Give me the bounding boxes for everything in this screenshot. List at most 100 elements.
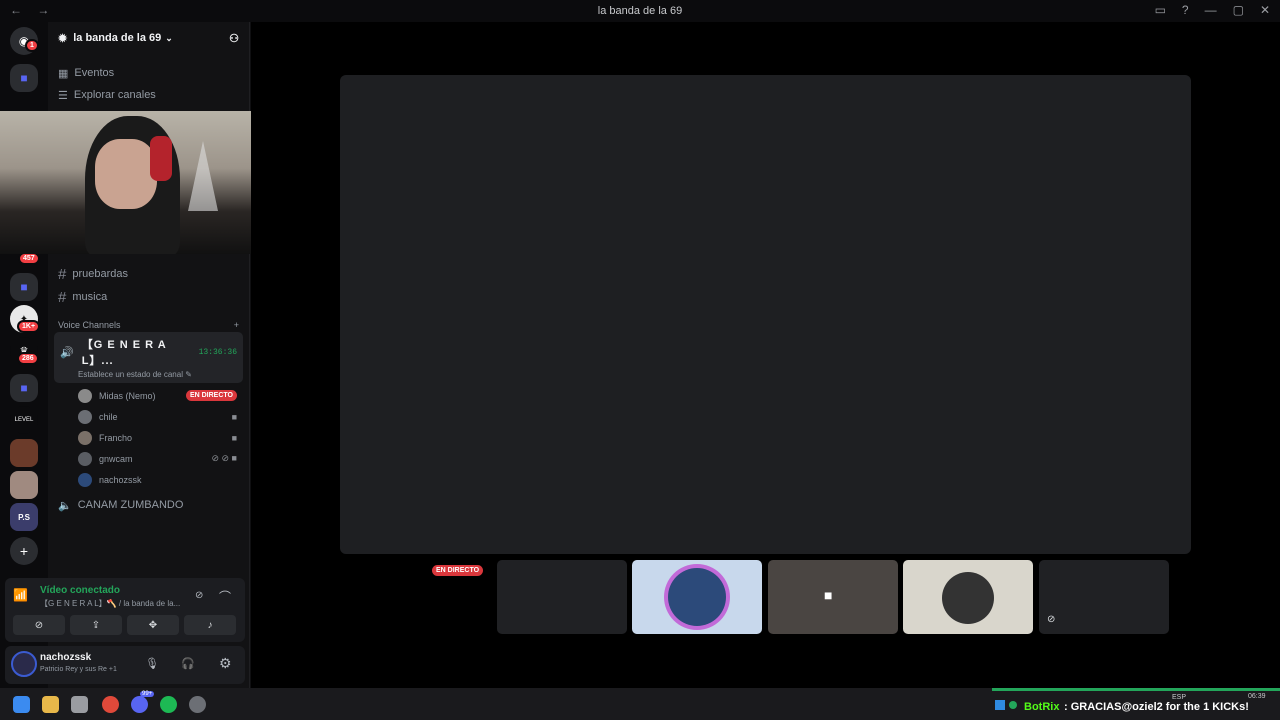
guild-level[interactable]: LEVEL — [10, 406, 38, 434]
minimize-button[interactable]: — — [1205, 3, 1217, 17]
folder-2[interactable]: ■ — [10, 273, 38, 301]
menu-events[interactable]: ▦ Eventos — [48, 62, 249, 84]
close-button[interactable]: ✕ — [1260, 3, 1270, 17]
chevron-down-icon: ⌄ — [165, 32, 173, 43]
chat-overlay-progress — [992, 688, 1280, 691]
voice-connection-panel: 📶 Vídeo conectado 【G E N E R A L】🪓 / la … — [5, 578, 245, 642]
voice-member[interactable]: Francho ■ — [48, 427, 249, 448]
video-main-area: EN DIRECTO ■ ⊘ — [251, 22, 1280, 688]
avatar — [78, 451, 92, 466]
member-name: Midas (Nemo) — [99, 390, 156, 401]
camera-icon: ■ — [824, 587, 833, 603]
guild-4[interactable] — [10, 439, 38, 467]
microphone-icon[interactable]: 🎙 — [145, 657, 159, 670]
avatar — [78, 472, 92, 487]
speaker-icon: 🔈 — [58, 499, 72, 512]
add-server-button[interactable]: + — [10, 537, 38, 565]
folder-icon: ■ — [20, 71, 28, 85]
server-header[interactable]: ✹ la banda de la 69 ⌄ ⚇ — [48, 22, 249, 54]
voice-member[interactable]: Midas (Nemo) EN DIRECTO — [48, 385, 249, 406]
folder-icon: ■ — [20, 381, 28, 395]
live-badge: EN DIRECTO — [432, 565, 484, 576]
camera-icon: ■ — [231, 411, 237, 422]
channel-label: musica — [72, 291, 108, 303]
video-tile[interactable] — [497, 560, 627, 634]
plus-icon: + — [19, 543, 29, 559]
menu-browse-channels[interactable]: ☰ Explorar canales — [48, 84, 249, 106]
soundboard-icon: ♪ — [207, 619, 213, 631]
hash-icon: # — [58, 288, 67, 306]
title-bar: ← → la banda de la 69 ▭ ? — ▢ ✕ — [0, 0, 1280, 22]
soundboard-button[interactable]: ♪ — [184, 615, 236, 635]
headset-icon — [150, 136, 172, 181]
inbox-icon[interactable]: ▭ — [1155, 3, 1166, 17]
webcam-overlay — [0, 111, 255, 254]
clock: 06:39 — [1248, 693, 1266, 700]
verified-icon — [1009, 701, 1017, 709]
server-name: la banda de la 69 — [73, 32, 162, 44]
pencil-icon[interactable]: ✎ — [185, 370, 192, 379]
screen-share-icon: ⇪ — [91, 619, 101, 631]
noise-suppression-icon[interactable]: ⊘ — [195, 590, 203, 601]
call-timer: 13:36:36 — [198, 347, 237, 357]
user-panel: nachozssk Patricio Rey y sus Re +1 🎙 🎧 ⚙ — [5, 646, 245, 684]
windows-start-icon[interactable] — [13, 696, 30, 713]
channel-musica[interactable]: # musica — [48, 286, 249, 308]
video-tile[interactable]: ■ — [768, 560, 898, 634]
menu-browse-label: Explorar canales — [73, 89, 156, 101]
live-badge: EN DIRECTO — [185, 390, 237, 401]
add-channel-icon[interactable]: + — [234, 320, 239, 330]
voice-member[interactable]: nachozssk — [48, 469, 249, 490]
activities-button[interactable]: ✥ — [127, 615, 179, 635]
voice-member[interactable]: gnwcam ⊘ ⊘ ■ — [48, 448, 249, 469]
chat-username: BotRix — [1024, 701, 1060, 713]
app-icon[interactable] — [189, 696, 206, 713]
server-icon: ✹ — [58, 32, 68, 45]
member-name: chile — [99, 411, 118, 422]
voice-member[interactable]: chile ■ — [48, 406, 249, 427]
invite-icon[interactable]: ⚇ — [229, 32, 239, 45]
store-icon[interactable] — [71, 696, 88, 713]
screen-share-button[interactable]: ⇪ — [70, 615, 122, 635]
guild-5[interactable] — [10, 471, 38, 499]
disconnect-icon[interactable]: ⌒ — [219, 588, 231, 605]
channel-status-prompt[interactable]: Establece un estado de canal — [78, 370, 183, 379]
voice-status[interactable]: Vídeo conectado — [40, 585, 120, 596]
video-off-icon: ⊘ — [1047, 614, 1056, 625]
video-tile[interactable] — [903, 560, 1033, 634]
guild-badge-2: 1K+ — [17, 320, 41, 333]
discord-taskbar-icon[interactable] — [131, 696, 148, 713]
muted-icons: ⊘ ⊘ ■ — [211, 453, 237, 463]
channel-pruebardas[interactable]: # pruebardas — [48, 263, 249, 285]
file-explorer-icon[interactable] — [42, 696, 59, 713]
voice-channel-path[interactable]: 【G E N E R A L】🪓 / la banda de la... — [40, 598, 190, 609]
folder-3[interactable]: ■ — [10, 374, 38, 402]
folder-1[interactable]: ■ — [10, 64, 38, 92]
guild-ps[interactable]: P.S — [10, 503, 38, 531]
guild-ps-label: P.S — [18, 512, 30, 522]
chrome-icon[interactable] — [102, 696, 119, 713]
member-name: gnwcam — [99, 453, 133, 464]
help-icon[interactable]: ? — [1182, 3, 1189, 17]
headphones-icon[interactable]: 🎧 — [181, 657, 195, 670]
voice-channel-general[interactable]: 🔊 【G E N E R A L】... 13:36:36 Establece … — [54, 332, 243, 383]
settings-icon[interactable]: ⚙ — [219, 655, 232, 672]
maximize-button[interactable]: ▢ — [1233, 3, 1244, 17]
voice-channel-canam[interactable]: 🔈 CANAM ZUMBANDO — [48, 494, 249, 516]
avatar — [942, 572, 994, 624]
focused-stream[interactable] — [340, 75, 1191, 554]
username[interactable]: nachozssk — [40, 652, 91, 663]
video-tile[interactable]: ⊘ — [1039, 560, 1169, 634]
voice-category[interactable]: Voice Channels + — [48, 320, 249, 330]
avatar — [668, 568, 726, 626]
avatar — [78, 409, 92, 424]
member-name: Francho — [99, 432, 133, 443]
camera-off-button[interactable]: ⊘ — [13, 615, 65, 635]
user-avatar[interactable] — [11, 651, 37, 677]
guild-badge-3: 286 — [17, 352, 39, 365]
speaker-icon: 🔊 — [60, 346, 74, 359]
window-controls: ▭ ? — ▢ ✕ — [1155, 3, 1270, 17]
video-tile[interactable] — [632, 560, 762, 634]
browse-icon: ☰ — [58, 89, 68, 102]
spotify-icon[interactable] — [160, 696, 177, 713]
